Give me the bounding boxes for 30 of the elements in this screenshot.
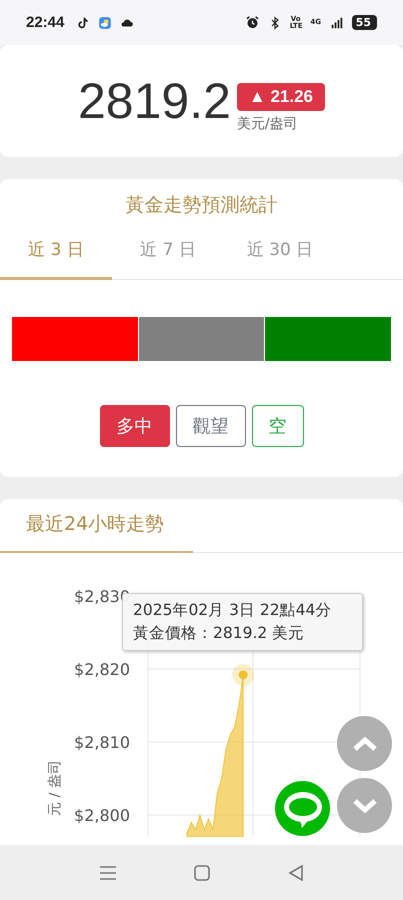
tooltip-price: 黃金價格：2819.2 美元 — [133, 623, 306, 644]
menu-icon[interactable] — [98, 864, 117, 880]
alarm-icon — [244, 15, 260, 30]
signal-icon — [330, 16, 344, 30]
tooltip-time: 2025年02月 3日 22點44分 — [133, 600, 332, 621]
price-change: ▲ 21.26 — [236, 83, 326, 111]
axis-tick-label: $2,830 — [74, 587, 130, 606]
status-time: 22:44 — [26, 14, 64, 31]
trend-title: 最近24小時走勢 — [0, 499, 193, 553]
signal-button[interactable]: 觀望 — [176, 405, 246, 447]
axis-tick-label: $2,800 — [74, 806, 130, 825]
music-note-icon — [76, 16, 90, 30]
signal-button[interactable]: 空 — [252, 405, 304, 447]
battery-level: 55 — [352, 15, 377, 30]
axis-title: 元 / 盎司 — [47, 760, 63, 816]
axis-tick-label: $2,820 — [74, 660, 130, 679]
price-value: 2819.2 — [78, 72, 231, 130]
price-unit: 美元/盎司 — [236, 115, 298, 133]
period-tab[interactable]: 近 7 日 — [112, 228, 224, 280]
hover-marker — [232, 664, 254, 686]
home-icon[interactable] — [194, 864, 210, 880]
period-tab[interactable]: 近 30 日 — [224, 228, 336, 280]
weather-icon — [98, 16, 112, 30]
back-icon[interactable] — [288, 864, 304, 882]
axis-tick-label: $2,810 — [74, 733, 130, 752]
signal-button[interactable]: 多中 — [100, 405, 170, 447]
forecast-title: 黃金走勢預測統計 — [124, 193, 278, 218]
chevron-up-icon — [352, 736, 378, 752]
chevron-down-icon — [352, 798, 378, 814]
period-tab[interactable]: 近 3 日 — [0, 228, 112, 280]
